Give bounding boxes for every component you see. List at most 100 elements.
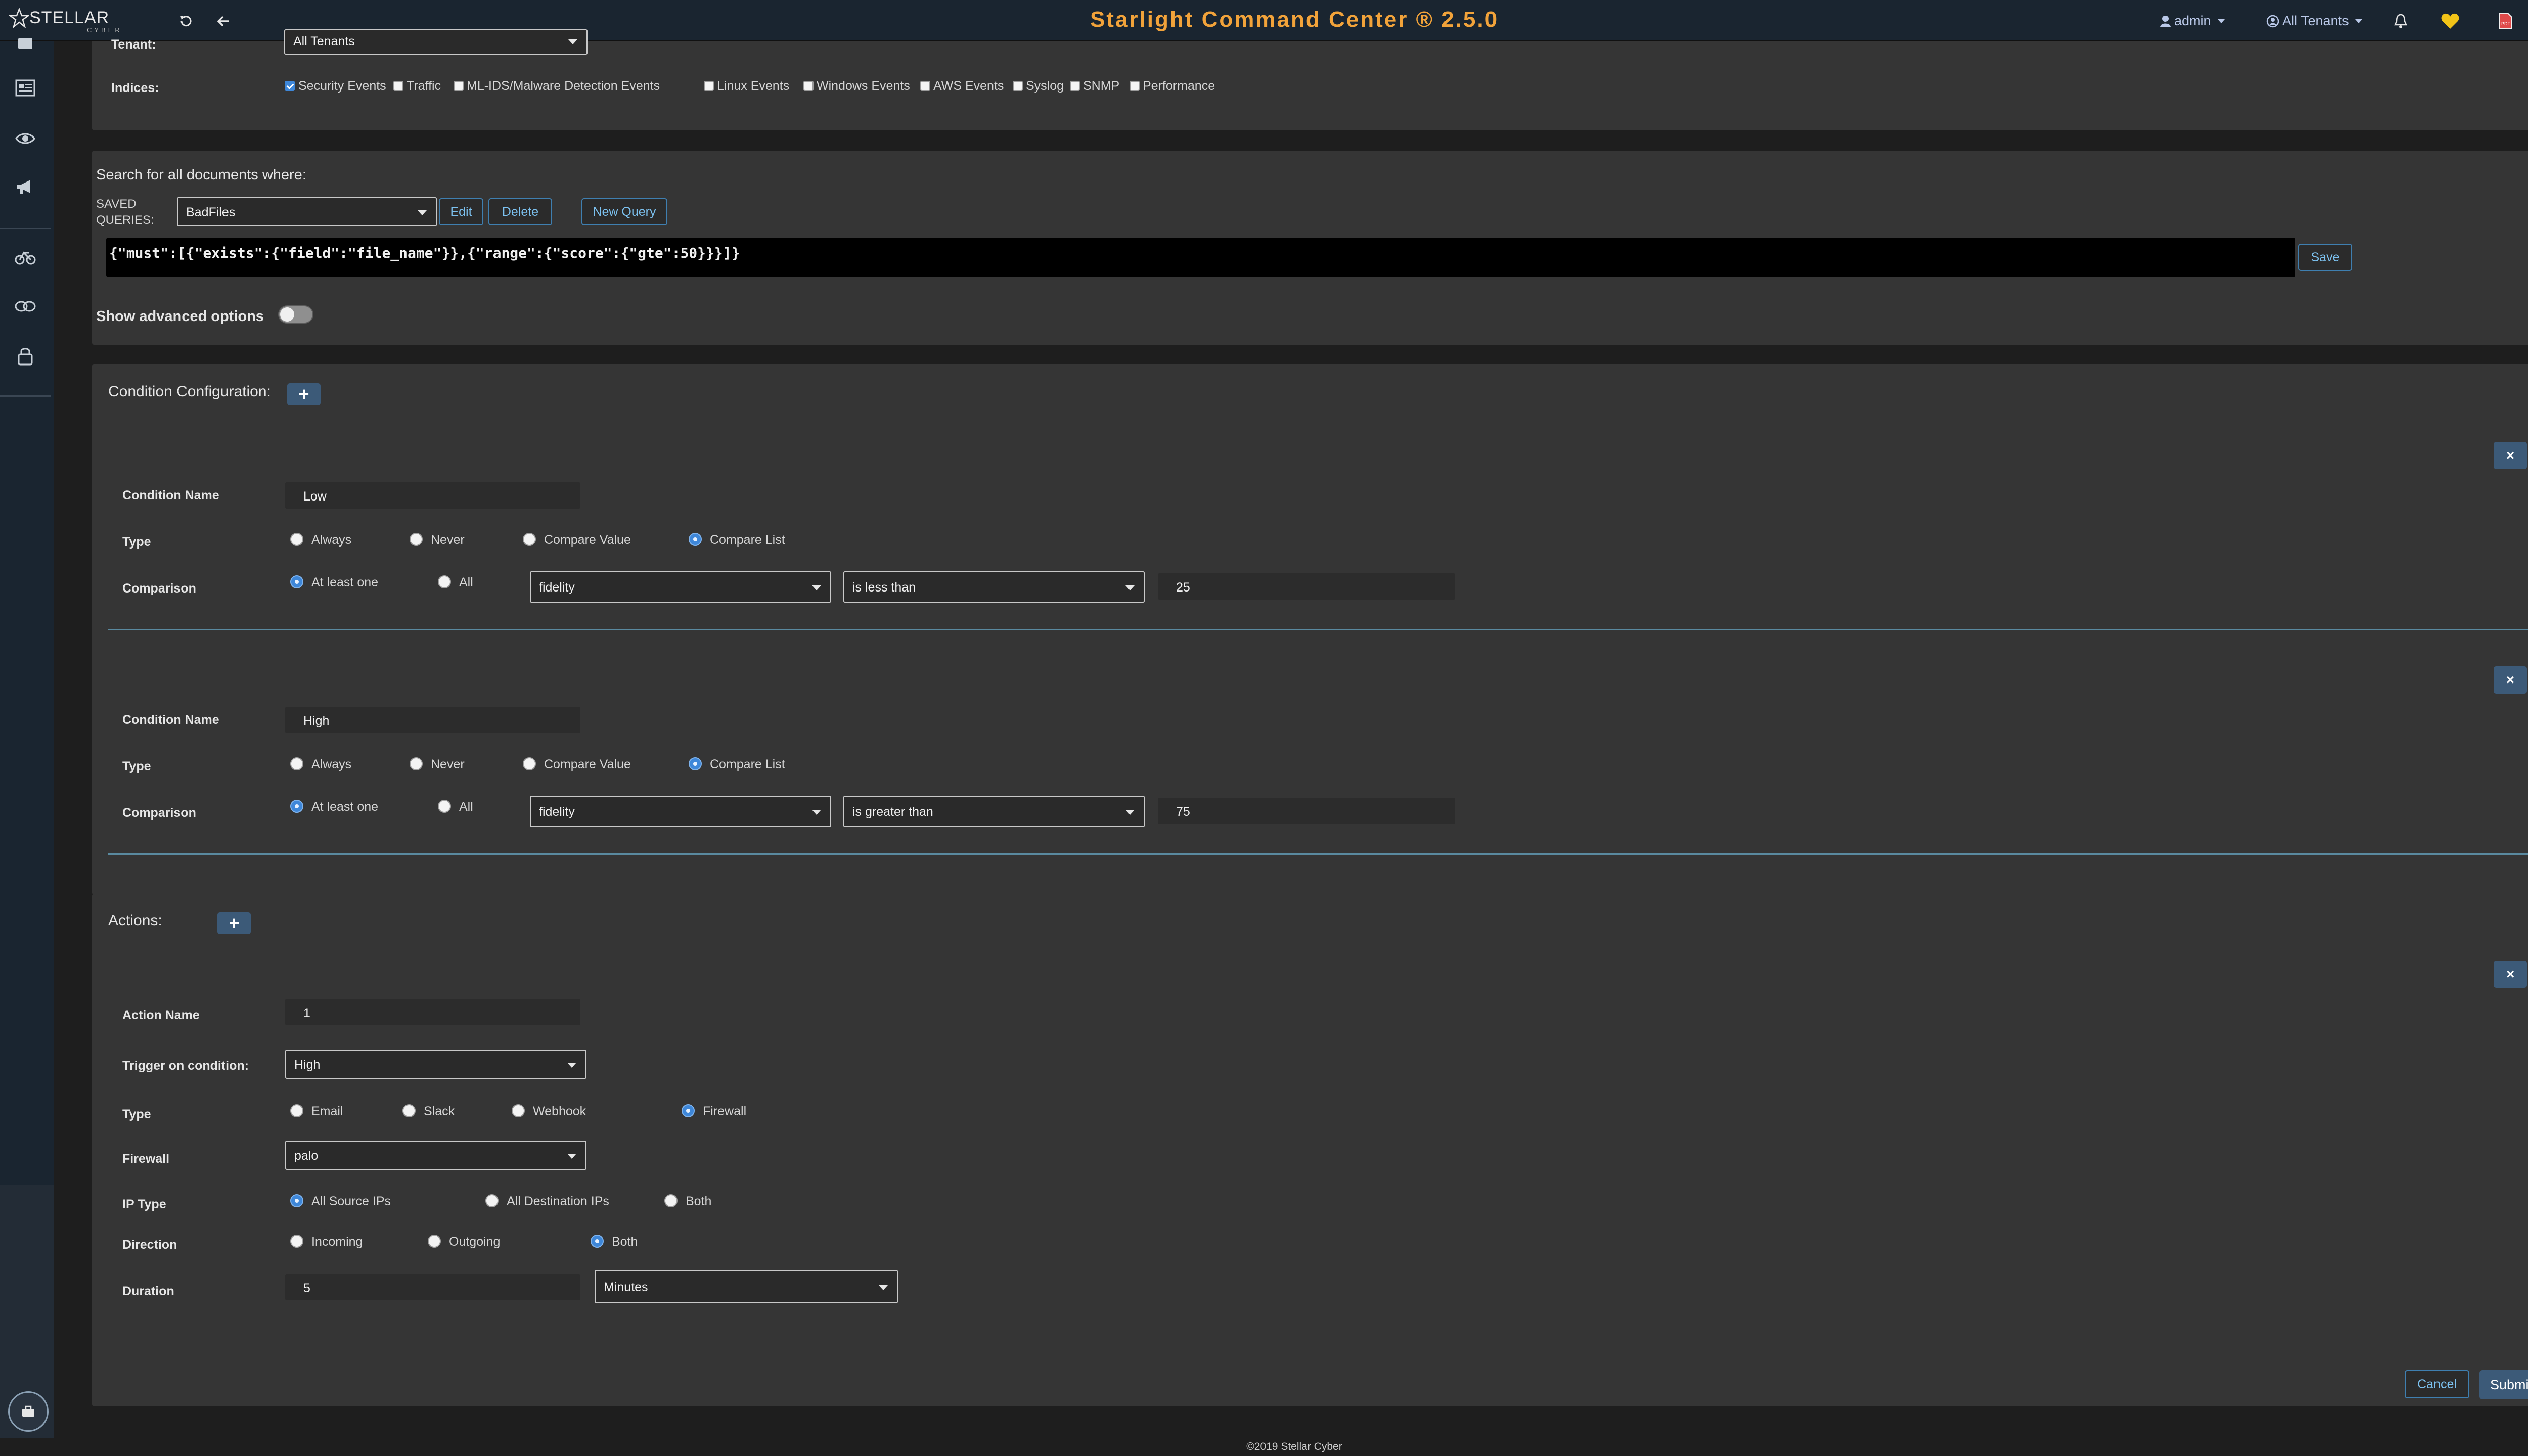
comparison-label: Comparison <box>122 806 196 820</box>
add-condition-button[interactable]: + <box>287 383 321 405</box>
direction-radio-both[interactable] <box>591 1235 604 1248</box>
action-type-radio-webhook[interactable] <box>512 1104 525 1117</box>
form-buttons-panel: Cancel Submit <box>92 1361 2528 1406</box>
cloud-link-icon[interactable] <box>10 291 40 322</box>
advanced-options-toggle[interactable] <box>278 305 313 324</box>
radio-label: Incoming <box>311 1235 363 1249</box>
back-arrow-icon[interactable] <box>213 11 234 31</box>
remove-condition-button[interactable]: × <box>2494 666 2527 694</box>
tenant-label: Tenant: <box>111 37 156 52</box>
match-radio-all[interactable] <box>438 575 451 588</box>
index-checkbox-ml-ids[interactable] <box>454 81 464 91</box>
filters-panel: Tenant: All Tenants Indices: Security Ev… <box>92 29 2528 130</box>
direction-radio-outgoing[interactable] <box>428 1235 441 1248</box>
add-action-button[interactable]: + <box>217 912 251 934</box>
type-radio-compare-value[interactable] <box>523 533 536 546</box>
pdf-report-icon[interactable]: PDF <box>2496 11 2516 31</box>
radio-label: All <box>459 575 473 589</box>
index-checkbox-snmp[interactable] <box>1070 81 1080 91</box>
type-radio-never[interactable] <box>410 533 423 546</box>
type-radio-compare-value[interactable] <box>523 757 536 770</box>
investigate-icon[interactable] <box>10 73 40 103</box>
direction-label: Direction <box>122 1238 177 1252</box>
index-label: SNMP <box>1083 79 1120 93</box>
main-content: Tenant: All Tenants Indices: Security Ev… <box>54 29 2528 1438</box>
condition-operator-select[interactable]: is greater than <box>843 796 1145 827</box>
remove-condition-button[interactable]: × <box>2494 442 2527 469</box>
index-checkbox-linux-events[interactable] <box>704 81 714 91</box>
condition-value-input[interactable]: 75 <box>1158 798 1455 824</box>
direction-radio-incoming[interactable] <box>290 1235 303 1248</box>
health-heart-icon[interactable] <box>2440 11 2460 31</box>
saved-query-select[interactable]: BadFiles <box>177 197 437 226</box>
megaphone-icon[interactable] <box>10 172 40 202</box>
bikes-network-icon[interactable] <box>10 242 40 272</box>
briefcase-button[interactable] <box>8 1391 49 1432</box>
user-icon <box>2160 15 2171 27</box>
action-name-input[interactable]: 1 <box>285 999 580 1025</box>
type-radio-compare-list[interactable] <box>689 533 702 546</box>
index-checkbox-syslog[interactable] <box>1013 81 1023 91</box>
condition-operator-value: is greater than <box>852 805 933 819</box>
duration-input[interactable]: 5 <box>285 1274 580 1300</box>
sidebar <box>0 38 54 1185</box>
tenant-select[interactable]: All Tenants <box>284 29 588 55</box>
type-radio-always[interactable] <box>290 533 303 546</box>
search-title: Search for all documents where: <box>96 167 306 183</box>
condition-operator-select[interactable]: is less than <box>843 571 1145 603</box>
firewall-select[interactable]: palo <box>285 1141 586 1170</box>
radio-label: Always <box>311 533 352 547</box>
action-type-radio-slack[interactable] <box>402 1104 416 1117</box>
trigger-condition-value: High <box>294 1058 321 1072</box>
chevron-down-icon <box>2355 19 2362 23</box>
user-menu[interactable]: admin <box>2160 13 2225 29</box>
cancel-button[interactable]: Cancel <box>2405 1370 2469 1398</box>
radio-label: All Source IPs <box>311 1194 391 1208</box>
new-query-button[interactable]: New Query <box>581 198 667 225</box>
radio-label: All Destination IPs <box>507 1194 609 1208</box>
match-radio-at-least-one[interactable] <box>290 800 303 813</box>
index-checkbox-performance[interactable] <box>1130 81 1140 91</box>
search-panel: Search for all documents where: SAVED QU… <box>92 151 2528 345</box>
duration-unit-select[interactable]: Minutes <box>595 1270 898 1303</box>
condition-name-input[interactable]: High <box>285 707 580 733</box>
condition-name-input[interactable]: Low <box>285 482 580 509</box>
submit-button[interactable]: Submit <box>2479 1370 2528 1399</box>
ip-type-radio-both[interactable] <box>664 1194 678 1207</box>
eye-icon[interactable] <box>10 123 40 154</box>
type-radio-always[interactable] <box>290 757 303 770</box>
action-type-radio-firewall[interactable] <box>682 1104 695 1117</box>
condition-field-select[interactable]: fidelity <box>530 571 831 603</box>
save-query-button[interactable]: Save <box>2298 244 2352 271</box>
radio-label: Firewall <box>703 1104 747 1118</box>
remove-action-button[interactable]: × <box>2494 961 2527 988</box>
dashboard-icon[interactable] <box>10 28 40 59</box>
bell-icon[interactable] <box>2390 11 2411 31</box>
chevron-down-icon <box>1125 585 1135 590</box>
query-input[interactable]: {"must":[{"exists":{"field":"file_name"}… <box>106 238 2295 277</box>
ip-type-radio-all-destination[interactable] <box>485 1194 499 1207</box>
condition-config-title: Condition Configuration: <box>108 383 271 400</box>
ip-type-radio-all-source[interactable] <box>290 1194 303 1207</box>
condition-value-input[interactable]: 25 <box>1158 573 1455 600</box>
action-type-radio-email[interactable] <box>290 1104 303 1117</box>
action-type-label: Type <box>122 1107 151 1121</box>
firewall-value: palo <box>294 1149 319 1163</box>
index-checkbox-aws-events[interactable] <box>920 81 930 91</box>
tenant-menu[interactable]: All Tenants <box>2266 13 2362 29</box>
match-radio-all[interactable] <box>438 800 451 813</box>
lock-user-icon[interactable] <box>10 341 40 371</box>
index-checkbox-security-events[interactable] <box>285 81 295 91</box>
radio-label: Webhook <box>533 1104 586 1118</box>
delete-query-button[interactable]: Delete <box>488 198 552 225</box>
type-radio-compare-list[interactable] <box>689 757 702 770</box>
undo-icon[interactable] <box>176 11 196 31</box>
type-radio-never[interactable] <box>410 757 423 770</box>
chevron-down-icon <box>812 810 821 815</box>
condition-field-select[interactable]: fidelity <box>530 796 831 827</box>
index-checkbox-windows-events[interactable] <box>803 81 814 91</box>
match-radio-at-least-one[interactable] <box>290 575 303 588</box>
trigger-condition-select[interactable]: High <box>285 1050 586 1079</box>
index-checkbox-traffic[interactable] <box>393 81 403 91</box>
edit-query-button[interactable]: Edit <box>439 198 483 225</box>
